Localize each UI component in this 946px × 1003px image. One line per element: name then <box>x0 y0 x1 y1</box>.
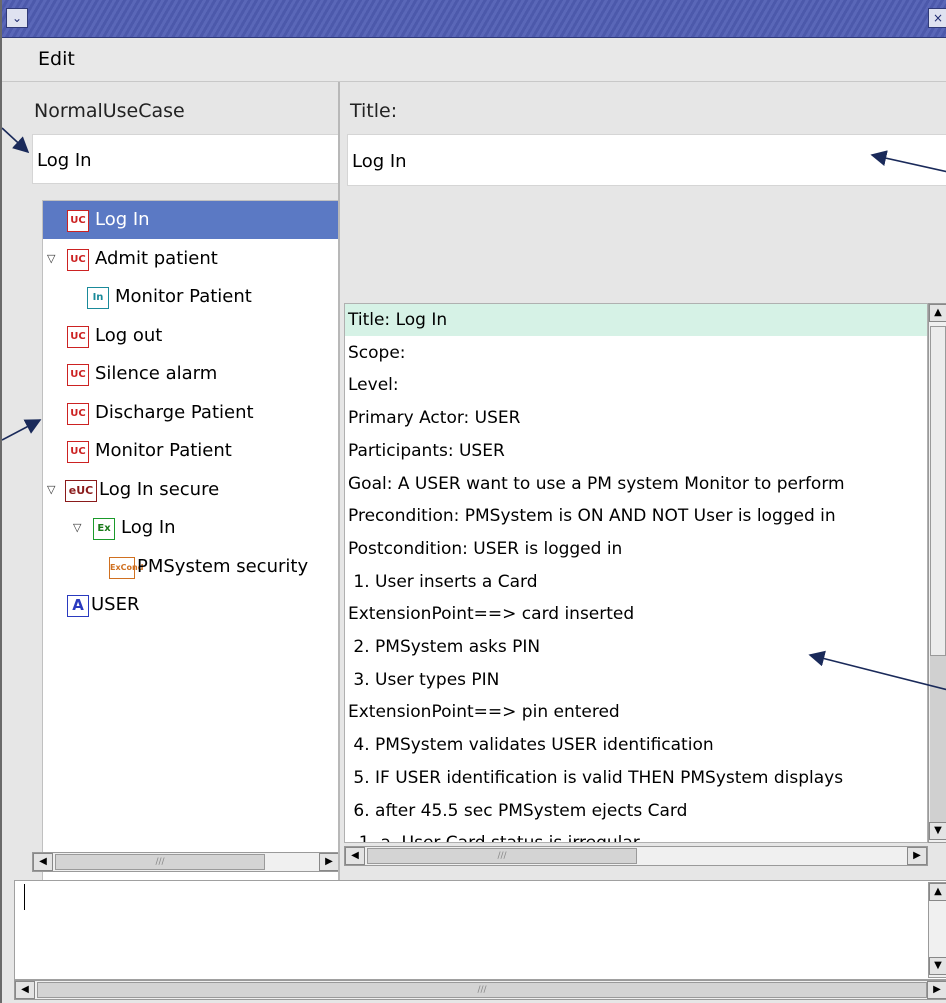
tree-item-label: Admit patient <box>95 247 218 269</box>
tree-item[interactable]: A USER <box>43 586 339 624</box>
use-case-icon: UC <box>67 210 89 232</box>
title-field[interactable]: Log In <box>347 134 946 186</box>
use-case-name-field[interactable]: Log In <box>32 134 340 184</box>
description-line: ExtensionPoint==> pin entered <box>348 702 620 723</box>
arrow-up-icon[interactable]: ▲ <box>929 304 946 322</box>
use-case-icon: UC <box>67 248 89 271</box>
description-line: 1. User inserts a Card <box>348 571 538 592</box>
tree-item[interactable]: UC Silence alarm <box>43 355 339 393</box>
tree-item-label: Monitor Patient <box>115 286 252 307</box>
description-line: Participants: USER <box>348 440 505 461</box>
use-case-tree[interactable]: UC Log In ▽ UC Admit patient In Monitor Patien… <box>42 200 340 942</box>
window-close-button[interactable]: × <box>928 8 946 28</box>
extension-icon: Ex <box>93 518 115 540</box>
description-vertical-scrollbar[interactable]: ▲ ▼ <box>928 303 946 843</box>
description-line: Level: <box>348 375 399 396</box>
triangle-down-icon[interactable]: ▽ <box>47 471 55 509</box>
title-bar[interactable]: ⌄ × <box>2 0 946 38</box>
description-line: 1. a. User Card status is irregular <box>345 827 927 842</box>
title-label: Title: <box>350 100 398 122</box>
title-value: Log In <box>352 151 407 172</box>
actor-icon: A <box>67 595 89 617</box>
tree-horizontal-scrollbar[interactable]: ◀ /// ▶ <box>32 852 340 872</box>
tree-item-label: Silence alarm <box>95 363 218 384</box>
tree-item-label: USER <box>91 594 140 615</box>
description-line: Precondition: PMSystem is ON AND NOT Use… <box>348 506 836 527</box>
tree-item-label: PMSystem security <box>137 555 309 577</box>
text-caret <box>24 884 25 910</box>
tree-item[interactable]: UC Discharge Patient <box>43 394 339 432</box>
tree-item[interactable]: In Monitor Patient <box>43 278 339 316</box>
arrow-left-icon[interactable]: ◀ <box>33 853 53 871</box>
use-case-description-text[interactable]: Title: Log In Scope: Level: Primary Actor: … <box>344 303 928 843</box>
chevron-down-icon: ⌄ <box>11 11 23 25</box>
description-line: Postcondition: USER is logged in <box>348 538 623 559</box>
extension-condition-icon: ExCond <box>109 556 143 579</box>
tree-item[interactable]: ▽ Ex Log In <box>43 509 339 547</box>
window-menu-button[interactable]: ⌄ <box>6 8 28 28</box>
use-case-icon: UC <box>67 402 89 425</box>
tree-item-label: Log In secure <box>99 478 220 500</box>
arrow-right-icon[interactable]: ▶ <box>927 981 946 999</box>
use-case-type-label: NormalUseCase <box>34 100 185 122</box>
use-case-icon: UC <box>67 325 89 348</box>
extended-use-case-icon: eUC <box>65 479 97 502</box>
description-line: Goal: A USER want to use a PM system Mon… <box>348 473 845 494</box>
bottom-vertical-scrollbar[interactable]: ▲ ▼ <box>928 882 946 978</box>
arrow-down-icon[interactable]: ▼ <box>929 822 946 840</box>
description-line: 5. IF USER identification is valid THEN … <box>348 767 844 788</box>
tree-item-label: Log In <box>95 209 150 230</box>
include-icon: In <box>87 287 109 309</box>
arrow-right-icon[interactable]: ▶ <box>319 853 339 871</box>
arrow-up-icon[interactable]: ▲ <box>929 883 946 901</box>
arrow-left-icon[interactable]: ◀ <box>345 847 365 865</box>
tree-item-label: Discharge Patient <box>95 401 254 423</box>
application-window: ⌄ × Edit NormalUseCase Log In UC Log In ▽ U… <box>0 0 946 1003</box>
description-scroll-thumb-h[interactable]: /// <box>367 848 637 864</box>
description-line: 3. User types PIN <box>348 669 500 690</box>
tree-scroll-thumb[interactable]: /// <box>55 854 265 870</box>
tree-item[interactable]: ExCond PMSystem security <box>43 548 339 586</box>
arrow-down-icon[interactable]: ▼ <box>929 957 946 975</box>
description-line: 6. after 45.5 sec PMSystem ejects Card <box>348 800 688 821</box>
description-scroll-track <box>930 656 946 822</box>
tree-item-label: Log out <box>95 324 163 346</box>
panel-splitter[interactable] <box>338 82 340 880</box>
tree-item[interactable]: ▽ eUC Log In secure <box>43 471 339 509</box>
bottom-scroll-thumb[interactable]: /// <box>37 982 927 998</box>
tree-item[interactable]: UC Log In <box>43 201 339 239</box>
tree-item[interactable]: UC Log out <box>43 317 339 355</box>
triangle-down-icon[interactable]: ▽ <box>73 509 81 547</box>
description-line: 2. PMSystem asks PIN <box>348 637 541 657</box>
bottom-horizontal-scrollbar[interactable]: ◀ /// ▶ <box>14 980 946 1000</box>
description-horizontal-scrollbar[interactable]: ◀ /// ▶ <box>344 846 928 866</box>
arrow-left-icon[interactable]: ◀ <box>15 981 35 999</box>
use-case-name-value: Log In <box>37 150 92 171</box>
left-panel: NormalUseCase Log In UC Log In ▽ UC Admit pa… <box>14 82 340 942</box>
use-case-icon: UC <box>67 441 89 463</box>
close-icon: × <box>932 11 944 25</box>
tree-item-label: Monitor Patient <box>95 440 232 461</box>
triangle-down-icon[interactable]: ▽ <box>47 240 55 278</box>
tree-item[interactable]: ▽ UC Admit patient <box>43 240 339 278</box>
description-line: Scope: <box>348 342 406 363</box>
bottom-text-area[interactable] <box>14 880 946 980</box>
description-scroll-thumb[interactable] <box>930 326 946 656</box>
description-line: 4. PMSystem validates USER identificatio… <box>348 735 714 756</box>
tree-item[interactable]: UC Monitor Patient <box>43 432 339 470</box>
tree-item-label: Log In <box>121 517 176 538</box>
description-line: Primary Actor: USER <box>348 408 521 429</box>
arrow-right-icon[interactable]: ▶ <box>907 847 927 865</box>
use-case-icon: UC <box>67 364 89 386</box>
description-line: Title: Log In <box>345 304 927 336</box>
description-line: ExtensionPoint==> card inserted <box>348 604 635 625</box>
menu-edit[interactable]: Edit <box>34 48 79 70</box>
menu-bar: Edit <box>2 38 946 82</box>
